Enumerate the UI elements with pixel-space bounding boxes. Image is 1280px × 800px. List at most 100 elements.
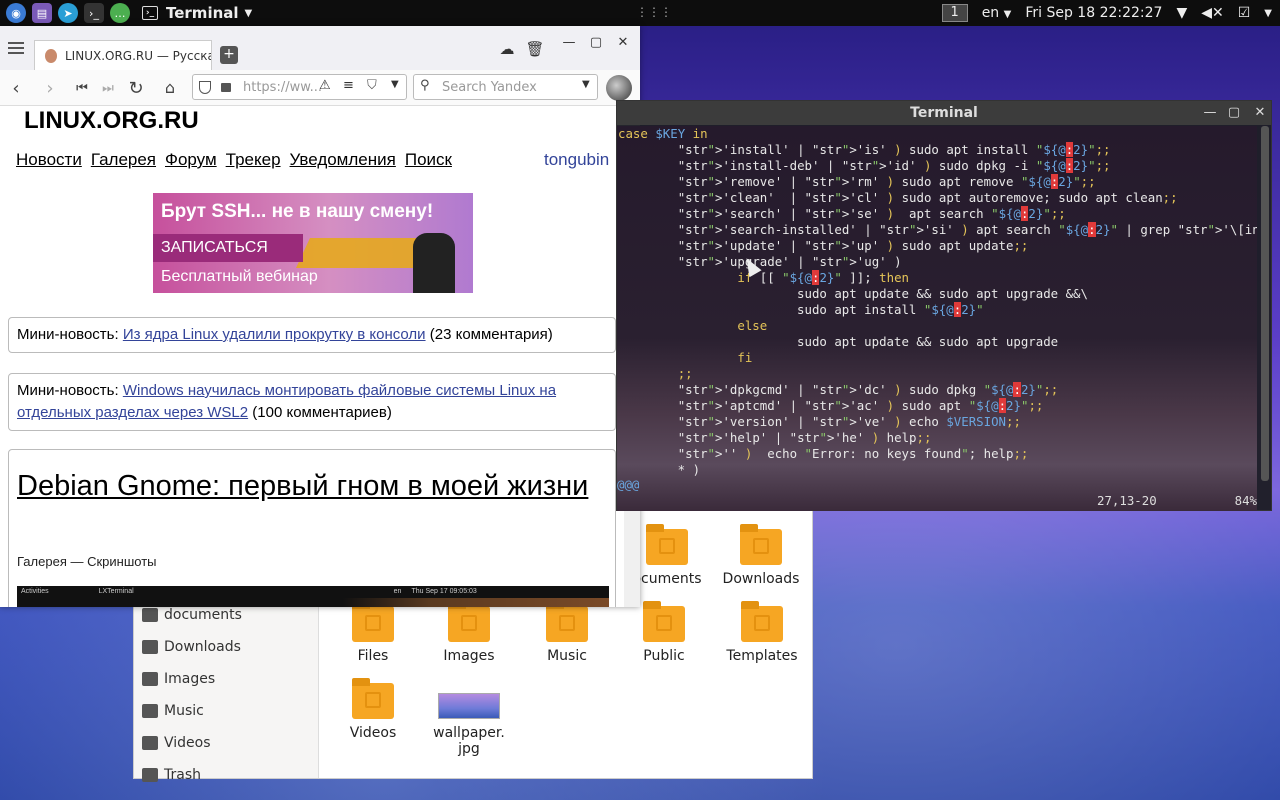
chevron-down-icon: ▼	[244, 7, 253, 19]
nav-link-search[interactable]: Поиск	[405, 150, 452, 170]
new-tab-button[interactable]: +	[220, 46, 238, 64]
news-item: Мини-новость: Из ядра Linux удалили прок…	[8, 317, 616, 353]
news-comments: (100 комментариев)	[252, 404, 392, 421]
wifi-icon[interactable]: ▼	[1176, 5, 1187, 21]
folder-images[interactable]: Images	[420, 601, 518, 664]
back-button[interactable]: ‹	[6, 78, 26, 99]
folder-downloads[interactable]: Downloads	[712, 524, 810, 587]
ad-banner[interactable]: Брут SSH... не в нашу смену! ЗАПИСАТЬСЯ …	[153, 193, 473, 293]
browser-tab[interactable]: LINUX.ORG.RU — Русская	[34, 40, 212, 70]
news-link[interactable]: Из ядра Linux удалили прокрутку в консол…	[123, 326, 426, 343]
folder-icon	[741, 601, 783, 642]
terminal-launcher-icon[interactable]: ›_	[84, 3, 104, 23]
banner-subtitle: Бесплатный вебинар	[161, 268, 318, 285]
chevron-down-icon[interactable]: ▼	[391, 79, 399, 90]
user-link[interactable]: tongubin	[544, 150, 609, 170]
close-button[interactable]: ✕	[1251, 104, 1269, 122]
browser-launcher-icon[interactable]: ◉	[6, 3, 26, 23]
image-thumbnail	[438, 693, 500, 719]
reload-button[interactable]: ↻	[126, 78, 146, 99]
terminal-scrollbar[interactable]	[1261, 126, 1269, 481]
home-button[interactable]: ⌂	[160, 78, 180, 97]
screenshot-text: en	[393, 588, 402, 595]
bookmark-icon[interactable]: ⛉	[367, 78, 377, 93]
banner-cape	[296, 238, 430, 268]
clipboard-icon[interactable]: ☑	[1238, 5, 1251, 21]
close-button[interactable]: ✕	[612, 34, 634, 52]
folder-label: Videos	[349, 725, 397, 741]
url-bar[interactable]: https://ww... ⚠ ≡ ⛉ ▼	[192, 74, 407, 100]
skip-forward-icon[interactable]: ⏭	[98, 81, 118, 96]
search-input[interactable]: ⚲ Search Yandex ▼	[413, 74, 598, 100]
sidebar-item-label: Music	[164, 703, 204, 719]
maximize-button[interactable]: ▢	[585, 34, 607, 52]
terminal-line: "str">'update' | "str">'up' ) sudo apt u…	[677, 238, 1029, 253]
terminal-line: "str">'search' | "str">'se' ) apt search…	[677, 206, 1066, 221]
news-comments: (23 комментария)	[429, 326, 553, 343]
terminal-icon: ›_	[142, 6, 158, 20]
reader-icon[interactable]: ≡	[343, 78, 354, 93]
terminal-statusline: 27,13-20 84%	[1097, 493, 1257, 508]
folder-label: Images	[443, 648, 495, 664]
nav-link-tracker[interactable]: Трекер	[226, 150, 281, 170]
folder-music[interactable]: Music	[518, 601, 616, 664]
maximize-button[interactable]: ▢	[1225, 104, 1243, 122]
search-icon: ⚲	[420, 78, 430, 93]
workspace-indicator[interactable]: 1	[941, 4, 968, 22]
folder-icon	[546, 601, 588, 642]
terminal-line: "str">'upgrade' | "str">'ug' )	[677, 254, 902, 269]
terminal-line: ;;	[677, 366, 693, 381]
nav-link-notifications[interactable]: Уведомления	[290, 150, 396, 170]
keyboard-layout-label: en	[981, 5, 1000, 21]
terminal-title: Terminal	[910, 105, 978, 121]
file-wallpaper[interactable]: wallpaper. jpg	[420, 693, 518, 757]
menu-icon[interactable]	[8, 42, 24, 54]
volume-muted-icon[interactable]: ◀✕	[1201, 5, 1224, 21]
terminal-line: "str">'remove' | "str">'rm' ) sudo apt r…	[677, 174, 1096, 189]
terminal-line: "str">'install-deb' | "str">'id' ) sudo …	[677, 158, 1111, 173]
sidebar-item-downloads[interactable]: Downloads	[142, 635, 241, 659]
skip-back-icon[interactable]: ⏮	[72, 81, 92, 96]
article-title[interactable]: Debian Gnome: первый гном в моей жизни	[17, 470, 597, 503]
folder-icon	[643, 601, 685, 642]
folder-files[interactable]: Files	[324, 601, 422, 664]
terminal-line: sudo apt install "${@:2}"	[618, 302, 984, 317]
sidebar-item-videos[interactable]: Videos	[142, 731, 211, 755]
keyboard-layout[interactable]: en ▼	[982, 5, 1012, 21]
folder-videos[interactable]: Videos	[324, 678, 422, 741]
warning-icon[interactable]: ⚠	[319, 78, 331, 93]
sidebar-item-music[interactable]: Music	[142, 699, 204, 723]
terminal-text-area[interactable]: case $KEY in "str">'install' | "str">'is…	[617, 126, 1257, 511]
telegram-launcher-icon[interactable]: ➤	[58, 3, 78, 23]
nav-link-news[interactable]: Новости	[16, 150, 82, 170]
nav-link-gallery[interactable]: Галерея	[91, 150, 156, 170]
minimize-button[interactable]: —	[558, 34, 580, 52]
folder-templates[interactable]: Templates	[713, 601, 811, 664]
grid-icon[interactable]: ⋮⋮⋮	[636, 5, 672, 19]
folder-label: Templates	[726, 648, 798, 664]
browser-toolbar: ‹ › ⏮ ⏭ ↻ ⌂ https://ww... ⚠ ≡ ⛉ ▼ ⚲ Sear…	[0, 70, 640, 106]
trash-icon[interactable]: 🗑	[524, 40, 546, 58]
folder-public[interactable]: Public	[615, 601, 713, 664]
avatar[interactable]	[606, 75, 632, 101]
cloud-icon[interactable]: ☁	[496, 40, 518, 58]
forward-button[interactable]: ›	[40, 78, 60, 99]
terminal-titlebar[interactable]: Terminal — ▢ ✕	[617, 101, 1271, 125]
minimize-button[interactable]: —	[1201, 104, 1219, 122]
status-area: 1 en ▼ Fri Sep 18 22:22:27 ▼ ◀✕ ☑ ▼	[941, 0, 1272, 26]
terminal-line: "str">'clean' | "str">'cl' ) sudo apt au…	[677, 190, 1178, 205]
chevron-down-icon[interactable]: ▼	[582, 79, 590, 90]
sidebar-item-images[interactable]: Images	[142, 667, 215, 691]
file-label: wallpaper. jpg	[433, 725, 505, 757]
system-menu-chevron-icon[interactable]: ▼	[1264, 8, 1272, 19]
active-app-menu[interactable]: ›_ Terminal ▼	[142, 4, 252, 22]
sidebar-item-trash[interactable]: Trash	[142, 763, 201, 787]
sidebar-item-label: Downloads	[164, 639, 241, 655]
url-text: https://ww...	[243, 79, 323, 95]
clock[interactable]: Fri Sep 18 22:22:27	[1025, 5, 1162, 21]
site-title[interactable]: LINUX.ORG.RU	[24, 107, 199, 135]
chat-launcher-icon[interactable]: …	[110, 3, 130, 23]
article-screenshot[interactable]: Activities LXTerminal en Thu Sep 17 09:0…	[17, 586, 609, 607]
nav-link-forum[interactable]: Форум	[165, 150, 217, 170]
files-launcher-icon[interactable]: ▤	[32, 3, 52, 23]
